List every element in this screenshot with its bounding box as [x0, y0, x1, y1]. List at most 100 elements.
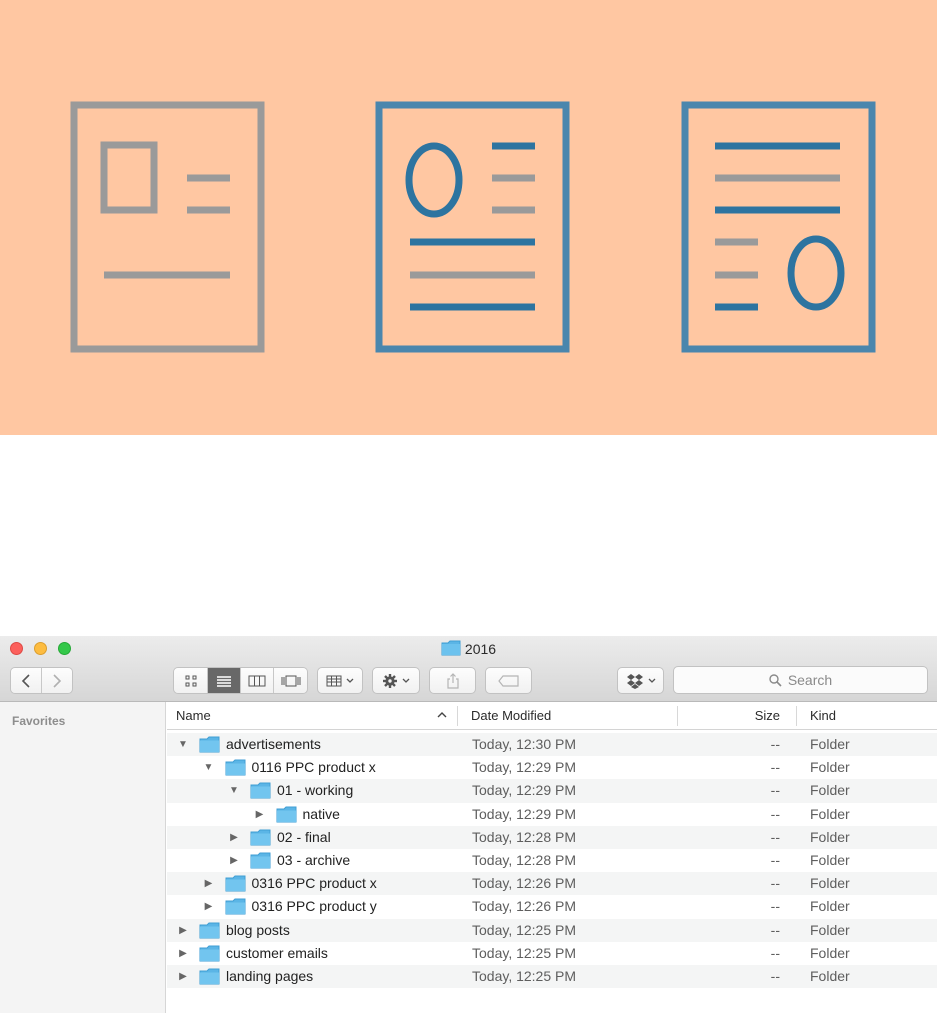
date-modified: Today, 12:29 PM [472, 782, 577, 799]
file-name: 01 - working [277, 782, 354, 799]
file-size: -- [770, 782, 780, 799]
file-list: Name Date Modified Size Kind ▼ advertisem… [167, 702, 937, 1013]
folder-icon [250, 852, 271, 872]
grid-icon [185, 675, 196, 686]
dropbox-button[interactable] [617, 667, 664, 694]
file-kind: Folder [810, 828, 850, 845]
finder-window: 2016 Search Favorites Name Date Modified… [0, 636, 937, 1013]
document-icons-illustration [70, 101, 876, 353]
document-text-icon [681, 101, 876, 353]
folder-icon [199, 968, 220, 988]
disclosure-triangle-collapsed-icon[interactable]: ▶ [203, 872, 215, 895]
file-name: 03 - archive [277, 851, 351, 868]
disclosure-triangle-expanded-icon[interactable]: ▼ [228, 779, 240, 802]
gear-icon [383, 673, 397, 688]
file-name: 02 - final [277, 828, 331, 845]
column-divider[interactable] [796, 706, 797, 726]
disclosure-triangle-collapsed-icon[interactable]: ▶ [228, 826, 240, 849]
columns-icon [248, 675, 266, 686]
forward-button[interactable] [41, 668, 72, 693]
sidebar: Favorites [0, 702, 166, 1013]
table-row[interactable]: ▶ blog posts Today, 12:25 PM -- Folder [167, 918, 937, 942]
column-view-button[interactable] [241, 668, 274, 693]
folder-icon [441, 640, 461, 660]
column-size-header[interactable]: Size [730, 702, 780, 729]
file-kind: Folder [810, 736, 850, 752]
table-row[interactable]: ▶ 0316 PPC product y Today, 12:26 PM -- Fold… [167, 895, 937, 918]
file-kind: Folder [810, 875, 850, 892]
arrange-button[interactable] [317, 667, 363, 694]
title-bar: 2016 Search [0, 636, 937, 702]
column-kind-header[interactable]: Kind [810, 702, 836, 729]
file-size: -- [770, 828, 780, 845]
folder-icon [199, 736, 220, 756]
file-size: -- [770, 898, 780, 915]
file-name: 0316 PPC product x [251, 875, 377, 892]
cover-flow-view-button[interactable] [274, 668, 307, 693]
file-kind: Folder [810, 805, 850, 822]
chevron-down-icon [648, 678, 655, 683]
folder-icon [276, 806, 297, 826]
date-modified: Today, 12:28 PM [472, 851, 577, 868]
file-kind: Folder [810, 921, 850, 938]
file-kind: Folder [810, 898, 850, 915]
search-field[interactable]: Search [673, 666, 928, 694]
file-kind: Folder [810, 759, 850, 776]
column-date-header[interactable]: Date Modified [471, 702, 551, 729]
file-size: -- [770, 875, 780, 892]
table-row[interactable]: ▶ 02 - final Today, 12:28 PM -- Folder [167, 825, 937, 849]
table-row[interactable]: ▶ native Today, 12:29 PM -- Folder [167, 803, 937, 826]
table-row[interactable]: ▼ 0116 PPC product x Today, 12:29 PM -- Fold… [167, 756, 937, 779]
file-name: landing pages [226, 967, 314, 984]
disclosure-triangle-expanded-icon[interactable]: ▼ [177, 733, 189, 756]
folder-icon [250, 829, 271, 849]
date-modified: Today, 12:28 PM [472, 828, 577, 845]
disclosure-triangle-collapsed-icon[interactable]: ▶ [203, 895, 215, 918]
tag-icon [497, 674, 519, 687]
file-name: native [302, 805, 340, 822]
table-row[interactable]: ▶ 0316 PPC product x Today, 12:26 PM -- Fold… [167, 872, 937, 896]
column-header: Name Date Modified Size Kind [167, 702, 937, 730]
folder-icon [250, 782, 271, 802]
disclosure-triangle-collapsed-icon[interactable]: ▶ [177, 942, 189, 965]
back-forward-control [10, 667, 73, 694]
action-button[interactable] [372, 667, 420, 694]
disclosure-triangle-collapsed-icon[interactable]: ▶ [228, 849, 240, 872]
chevron-down-icon [346, 678, 354, 683]
table-row[interactable]: ▶ 03 - archive Today, 12:28 PM -- Folder [167, 849, 937, 872]
file-kind: Folder [810, 851, 850, 868]
column-name-header[interactable]: Name [176, 702, 211, 729]
disclosure-triangle-collapsed-icon[interactable]: ▶ [254, 803, 266, 826]
file-kind: Folder [810, 967, 850, 984]
column-divider[interactable] [677, 706, 678, 726]
disclosure-triangle-collapsed-icon[interactable]: ▶ [177, 919, 189, 942]
document-image-icon [70, 101, 265, 353]
folder-icon [225, 759, 246, 779]
table-row[interactable]: ▶ landing pages Today, 12:25 PM -- Folder [167, 964, 937, 989]
column-divider[interactable] [457, 706, 458, 726]
file-size: -- [770, 759, 780, 776]
table-row[interactable]: ▼ 01 - working Today, 12:29 PM -- Folder [167, 779, 937, 803]
hero-illustration [0, 0, 937, 435]
file-size: -- [770, 921, 780, 938]
arrange-grid-icon [326, 675, 342, 686]
table-row[interactable]: ▼ advertisements Today, 12:30 PM -- Folder [167, 733, 937, 757]
file-size: -- [770, 736, 780, 752]
icon-view-button[interactable] [174, 668, 208, 693]
disclosure-triangle-expanded-icon[interactable]: ▼ [203, 756, 215, 779]
disclosure-triangle-collapsed-icon[interactable]: ▶ [177, 965, 189, 988]
document-profile-icon [375, 101, 570, 353]
chevron-down-icon [402, 678, 410, 683]
folder-icon [199, 945, 220, 965]
file-rows: ▼ advertisements Today, 12:30 PM -- Folder ▼ 0… [167, 733, 937, 989]
table-row[interactable]: ▶ customer emails Today, 12:25 PM -- Folder [167, 942, 937, 965]
folder-icon [199, 922, 220, 942]
tags-button[interactable] [485, 667, 532, 694]
search-placeholder: Search [787, 672, 833, 688]
back-button[interactable] [11, 668, 42, 693]
list-view-button[interactable] [208, 668, 241, 693]
file-kind: Folder [810, 782, 850, 799]
share-button[interactable] [429, 667, 476, 694]
list-icon [217, 675, 231, 687]
file-size: -- [770, 851, 780, 868]
